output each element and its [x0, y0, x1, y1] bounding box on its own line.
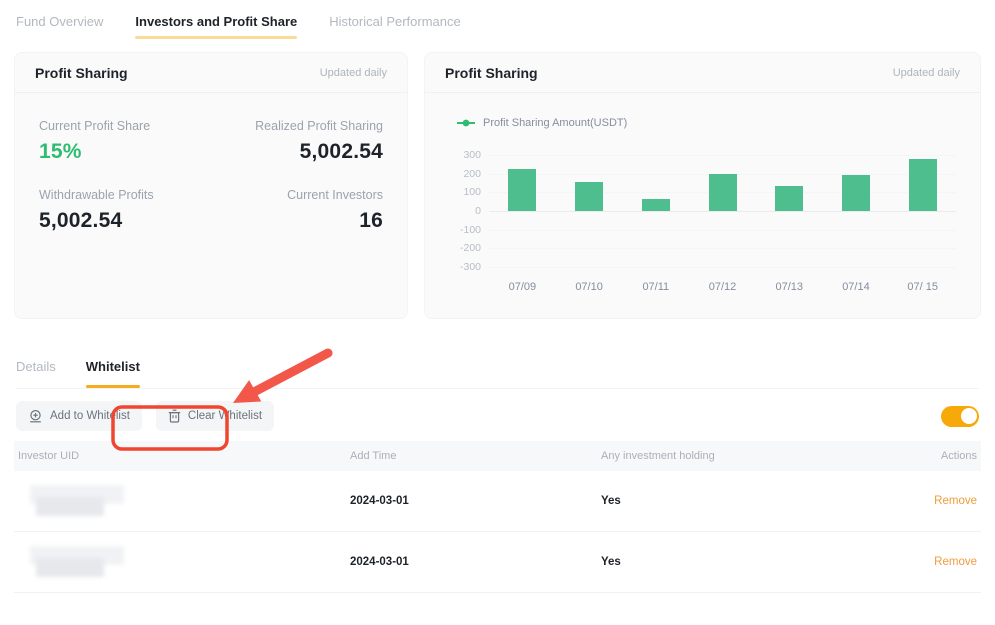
- x-axis-tick: 07/ 15: [889, 281, 956, 293]
- stat-current-investors: Current Investors 16: [211, 188, 383, 233]
- x-axis-tick: 07/10: [556, 281, 623, 293]
- profit-sharing-chart: Profit Sharing Amount(USDT) 300 200 100 0 -1…: [425, 93, 980, 293]
- remove-button[interactable]: Remove: [934, 556, 977, 568]
- gridline: [489, 211, 956, 212]
- stat-current-profit-share: Current Profit Share 15%: [39, 119, 211, 164]
- card-header: Profit Sharing Updated daily: [425, 53, 980, 93]
- gridline: [489, 267, 956, 268]
- add-circle-icon: [28, 409, 43, 424]
- x-axis-tick: 07/11: [622, 281, 689, 293]
- current-investors-value: 16: [211, 209, 383, 233]
- gridline: [489, 230, 956, 231]
- chart-bar: [909, 159, 937, 211]
- x-axis-tick: 07/13: [756, 281, 823, 293]
- y-axis-tick: 0: [475, 205, 481, 217]
- add-time-cell: 2024-03-01: [350, 495, 601, 507]
- card-header: Profit Sharing Updated daily: [15, 53, 407, 93]
- profit-sharing-summary-card: Profit Sharing Updated daily Current Pro…: [14, 52, 408, 319]
- header-investment-holding: Any investment holding: [601, 450, 857, 462]
- tab-details[interactable]: Details: [16, 359, 56, 388]
- page: Fund Overview Investors and Profit Share…: [0, 0, 995, 625]
- trash-icon: [168, 409, 181, 423]
- chart-y-axis: 3002001000-100-200-300: [457, 155, 489, 267]
- card-title: Profit Sharing: [35, 65, 128, 81]
- chart-x-axis: 07/0907/1007/1107/1207/1307/1407/ 15: [489, 281, 956, 293]
- active-tab-underline: [135, 36, 297, 39]
- profit-sharing-chart-card: Profit Sharing Updated daily Profit Shar…: [424, 52, 981, 319]
- legend-label: Profit Sharing Amount(USDT): [483, 117, 627, 129]
- tab-label: Whitelist: [86, 359, 140, 374]
- current-profit-share-value: 15%: [39, 140, 211, 164]
- tab-whitelist[interactable]: Whitelist: [86, 359, 140, 388]
- y-axis-tick: -300: [460, 261, 481, 273]
- chart-bar: [508, 169, 536, 211]
- tab-historical-performance[interactable]: Historical Performance: [329, 14, 461, 39]
- summary-cards-row: Profit Sharing Updated daily Current Pro…: [0, 39, 995, 319]
- x-axis-tick: 07/09: [489, 281, 556, 293]
- gridline: [489, 248, 956, 249]
- profit-stats: Current Profit Share 15% Realized Profit…: [15, 93, 407, 233]
- legend-marker-icon: [457, 119, 475, 127]
- tab-fund-overview[interactable]: Fund Overview: [16, 14, 103, 39]
- add-time-cell: 2024-03-01: [350, 556, 601, 568]
- updated-daily-label: Updated daily: [320, 67, 387, 79]
- chart-plot: [489, 155, 956, 267]
- stat-realized-profit-sharing: Realized Profit Sharing 5,002.54: [211, 119, 383, 164]
- table-header-row: Investor UID Add Time Any investment hol…: [14, 441, 981, 471]
- chart-legend[interactable]: Profit Sharing Amount(USDT): [457, 117, 956, 129]
- holding-cell: Yes: [601, 556, 857, 568]
- button-label: Add to Whitelist: [50, 410, 130, 422]
- realized-profit-sharing-value: 5,002.54: [211, 140, 383, 164]
- x-axis-tick: 07/14: [823, 281, 890, 293]
- tab-label: Investors and Profit Share: [135, 14, 297, 29]
- top-tab-bar: Fund Overview Investors and Profit Share…: [0, 0, 995, 39]
- table-row: 2024-03-01 Yes Remove: [14, 471, 981, 532]
- updated-daily-label: Updated daily: [893, 67, 960, 79]
- chart-bar: [842, 175, 870, 211]
- whitelist-table: Investor UID Add Time Any investment hol…: [14, 441, 981, 593]
- remove-button[interactable]: Remove: [934, 495, 977, 507]
- chart-bar: [709, 174, 737, 211]
- header-add-time: Add Time: [350, 450, 601, 462]
- withdrawable-profits-value: 5,002.54: [39, 209, 211, 233]
- chart-bar: [642, 199, 670, 211]
- chart-area: 3002001000-100-200-300: [457, 155, 956, 267]
- y-axis-tick: 100: [463, 186, 481, 198]
- detail-tab-bar: Details Whitelist: [16, 359, 979, 389]
- y-axis-tick: -100: [460, 224, 481, 236]
- whitelist-toolbar: Add to Whitelist Clear Whitelist: [16, 399, 979, 433]
- button-label: Clear Whitelist: [188, 410, 262, 422]
- stat-withdrawable-profits: Withdrawable Profits 5,002.54: [39, 188, 211, 233]
- investor-uid-redacted: [18, 545, 138, 579]
- chart-bar: [775, 186, 803, 211]
- header-actions: Actions: [857, 450, 977, 462]
- tab-investors-and-profit-share[interactable]: Investors and Profit Share: [135, 14, 297, 39]
- add-to-whitelist-button[interactable]: Add to Whitelist: [16, 401, 142, 431]
- y-axis-tick: 300: [463, 149, 481, 161]
- active-tab-underline: [86, 385, 140, 388]
- whitelist-toggle[interactable]: [941, 406, 979, 427]
- gridline: [489, 155, 956, 156]
- card-title: Profit Sharing: [445, 65, 538, 81]
- investor-uid-redacted: [18, 484, 138, 518]
- holding-cell: Yes: [601, 495, 857, 507]
- chart-bar: [575, 182, 603, 211]
- header-investor-uid: Investor UID: [18, 450, 350, 462]
- toggle-knob: [961, 408, 977, 424]
- y-axis-tick: -200: [460, 242, 481, 254]
- y-axis-tick: 200: [463, 168, 481, 180]
- x-axis-tick: 07/12: [689, 281, 756, 293]
- clear-whitelist-button[interactable]: Clear Whitelist: [156, 401, 274, 431]
- table-row: 2024-03-01 Yes Remove: [14, 532, 981, 593]
